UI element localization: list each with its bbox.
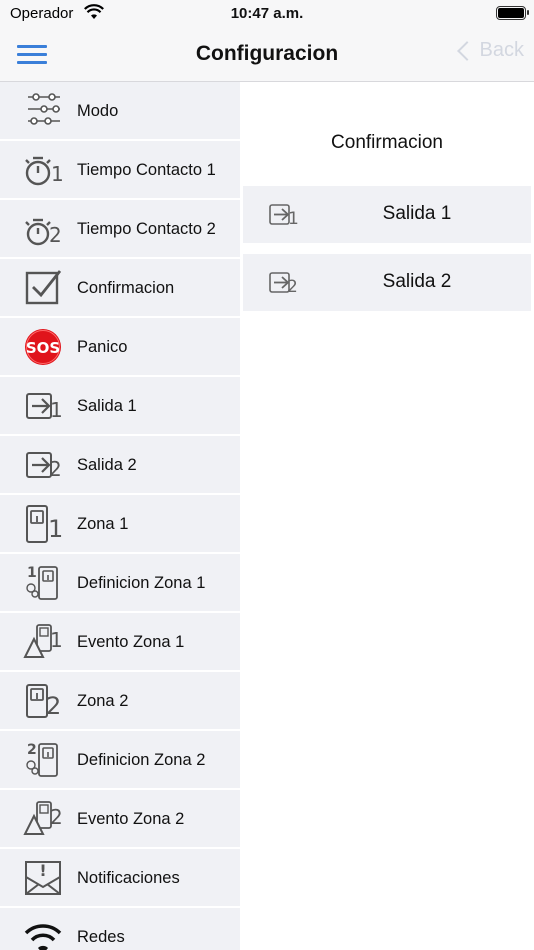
- output-2-icon: 2: [26, 452, 62, 481]
- zone-event-1-icon: 1: [23, 624, 63, 658]
- sidebar-item-zona-2[interactable]: 2 Zona 2: [0, 672, 240, 729]
- detail-panel: Confirmacion 1 Salida 1 2 Salida 2: [243, 82, 534, 950]
- panel-item-label: Salida 2: [382, 271, 452, 292]
- sidebar-item-tiempo-contacto-1[interactable]: 1 Tiempo Contacto 1: [0, 141, 240, 198]
- wifi-icon: [24, 924, 62, 950]
- sidebar-item-zona-1[interactable]: 1 Zona 1: [0, 495, 240, 552]
- output-2-icon: 2: [269, 272, 298, 297]
- back-label: Back: [479, 39, 524, 61]
- svg-text:1: 1: [288, 209, 299, 229]
- output-1-icon: 1: [269, 204, 299, 229]
- sidebar-item-modo[interactable]: Modo: [0, 82, 240, 139]
- stopwatch-1-icon: 1: [25, 156, 64, 186]
- svg-text:SOS: SOS: [26, 339, 60, 357]
- svg-text:2: 2: [50, 805, 63, 829]
- panel-item-label: Salida 1: [382, 203, 452, 224]
- sidebar-item-label: Definicion Zona 2: [77, 750, 206, 769]
- sidebar-item-label: Modo: [77, 101, 119, 120]
- sidebar-item-confirmacion[interactable]: Confirmacion: [0, 259, 240, 316]
- svg-text:1: 1: [50, 628, 63, 652]
- zone-2-icon: 2: [26, 684, 61, 720]
- status-time: 10:47 a.m.: [230, 5, 304, 22]
- sidebar-item-tiempo-contacto-2[interactable]: 2 Tiempo Contacto 2: [0, 200, 240, 257]
- sidebar-item-label: Panico: [77, 337, 128, 356]
- sidebar-item-evento-zona-1[interactable]: 1 Evento Zona 1: [0, 613, 240, 670]
- sidebar-item-salida-1[interactable]: 1 Salida 1: [0, 377, 240, 434]
- sos-icon: SOS: [25, 329, 61, 365]
- svg-text:1: 1: [51, 162, 64, 186]
- sidebar-item-evento-zona-2[interactable]: 2 Evento Zona 2: [0, 790, 240, 847]
- sidebar-item-label: Evento Zona 1: [77, 632, 185, 651]
- battery-icon: [496, 6, 529, 20]
- sidebar-item-label: Tiempo Contacto 1: [77, 160, 216, 179]
- sidebar-item-label: Definicion Zona 1: [77, 573, 206, 592]
- sidebar-item-salida-2[interactable]: 2 Salida 2: [0, 436, 240, 493]
- stopwatch-2-icon: 2: [25, 218, 62, 247]
- zone-definition-2-icon: 2: [26, 742, 58, 777]
- svg-text:!: !: [39, 861, 46, 880]
- checkbox-icon: [25, 270, 62, 305]
- envelope-alert-icon: !: [25, 861, 61, 895]
- sidebar-item-label: Salida 2: [77, 455, 137, 474]
- status-bar: Operador 10:47 a.m.: [0, 0, 534, 28]
- svg-text:2: 2: [46, 692, 61, 720]
- svg-text:2: 2: [49, 223, 62, 247]
- page-title: Configuracion: [195, 42, 339, 65]
- svg-text:2: 2: [49, 457, 62, 481]
- sidebar-item-label: Salida 1: [77, 396, 137, 415]
- sidebar-item-redes[interactable]: Redes: [0, 908, 240, 950]
- panel-item-salida-1[interactable]: 1 Salida 1: [243, 186, 531, 243]
- sidebar-item-label: Redes: [77, 927, 125, 946]
- svg-text:1: 1: [27, 565, 37, 581]
- zone-event-2-icon: 2: [23, 801, 63, 835]
- zone-1-icon: 1: [26, 505, 63, 543]
- zone-definition-1-icon: 1: [26, 565, 58, 600]
- sidebar-item-label: Notificaciones: [77, 868, 180, 887]
- sidebar-item-label: Confirmacion: [77, 278, 175, 297]
- sidebar-item-label: Evento Zona 2: [77, 809, 185, 828]
- sidebar-item-label: Zona 2: [77, 691, 129, 710]
- sidebar-item-notificaciones[interactable]: ! Notificaciones: [0, 849, 240, 906]
- sidebar-item-label: Zona 1: [77, 514, 129, 533]
- settings-sidebar: Modo 1 Tiempo Contacto 1 2 Tiempo Contac…: [0, 82, 240, 950]
- back-button[interactable]: Back: [456, 39, 524, 62]
- sliders-icon: [28, 93, 60, 125]
- panel-title: Confirmacion: [331, 132, 443, 153]
- output-1-icon: 1: [26, 393, 63, 422]
- chevron-left-icon: [456, 41, 477, 61]
- sidebar-item-label: Tiempo Contacto 2: [77, 219, 216, 238]
- navigation-bar: Configuracion Back: [0, 28, 534, 82]
- sidebar-item-definicion-zona-2[interactable]: 2 Definicion Zona 2: [0, 731, 240, 788]
- panel-item-salida-2[interactable]: 2 Salida 2: [243, 254, 531, 311]
- svg-text:2: 2: [287, 277, 298, 297]
- sidebar-item-panico[interactable]: SOS Panico: [0, 318, 240, 375]
- svg-text:2: 2: [27, 742, 37, 758]
- svg-text:1: 1: [48, 515, 63, 543]
- sidebar-item-definicion-zona-1[interactable]: 1 Definicion Zona 1: [0, 554, 240, 611]
- svg-text:1: 1: [50, 398, 63, 422]
